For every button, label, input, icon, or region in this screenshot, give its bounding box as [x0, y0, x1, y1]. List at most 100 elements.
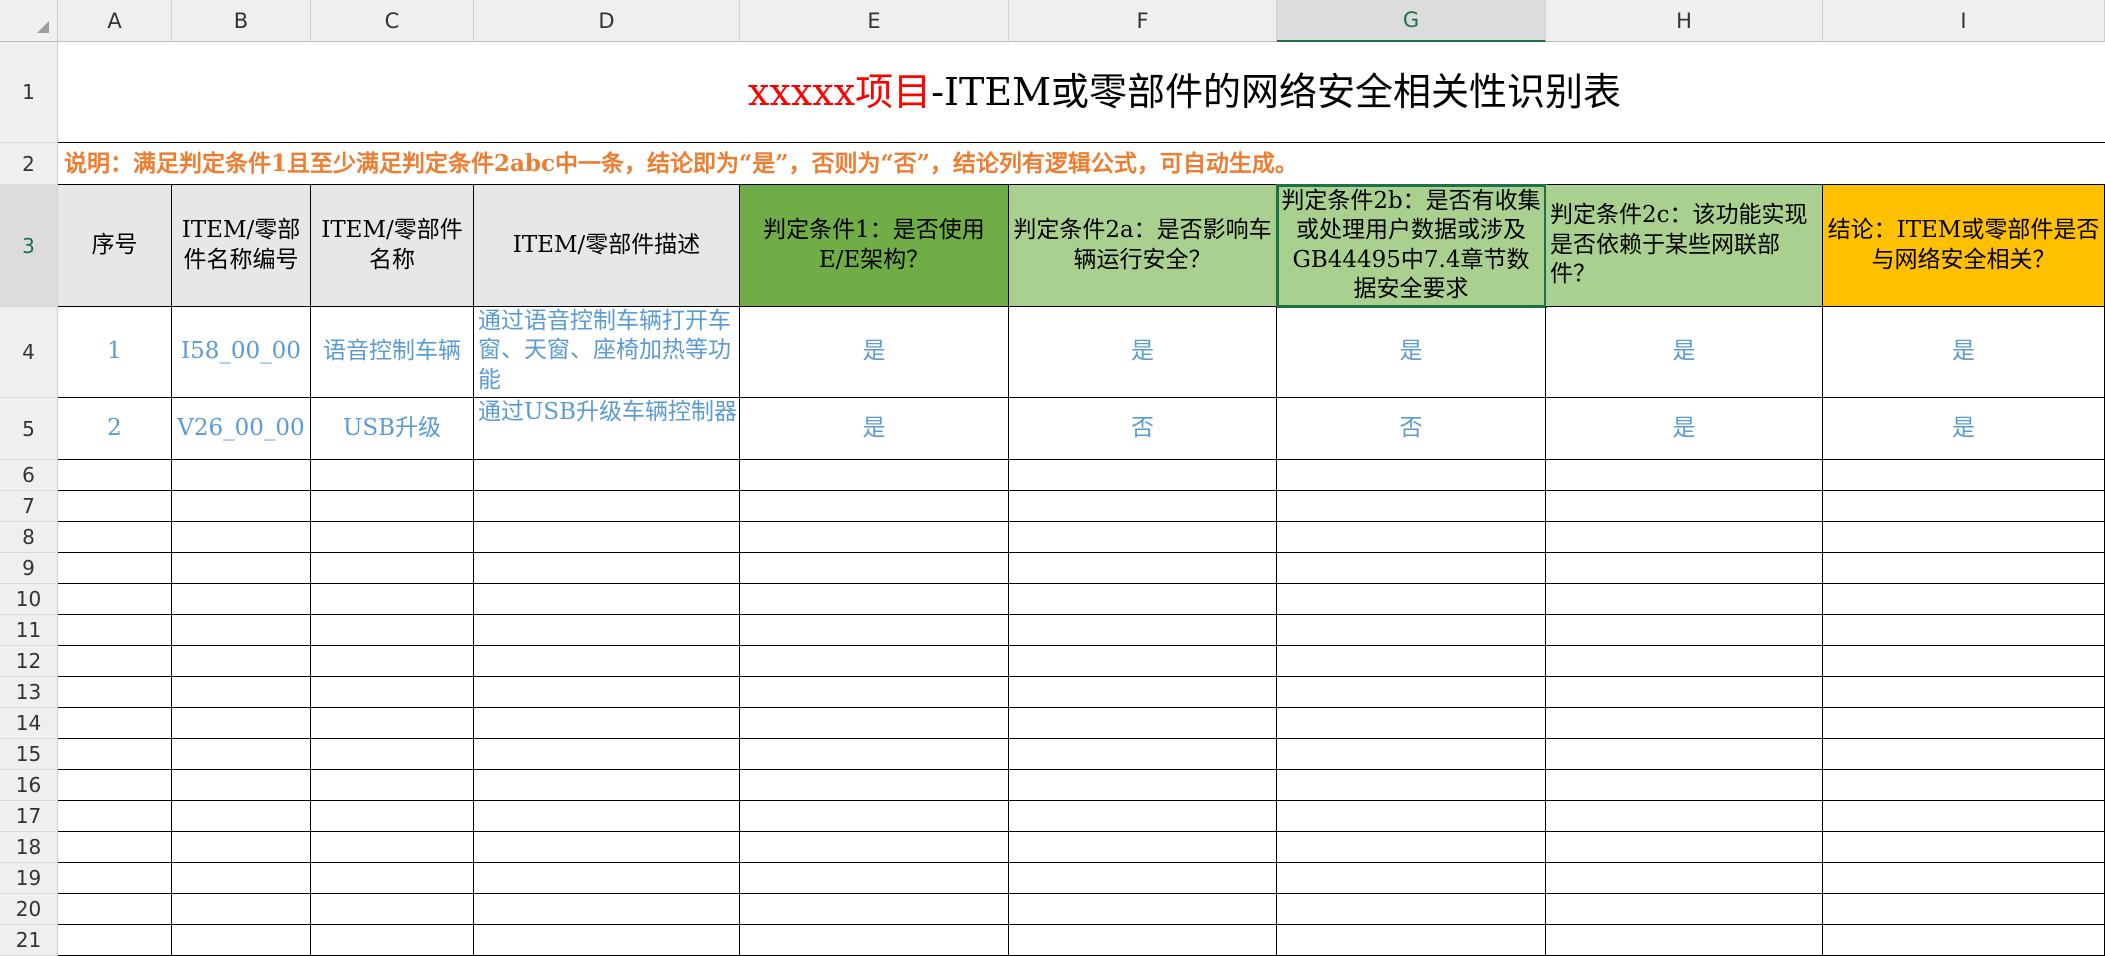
table-cell[interactable]: 否 [1009, 398, 1277, 460]
empty-cell[interactable] [1546, 708, 1823, 739]
empty-cell[interactable] [58, 646, 172, 677]
table-cell[interactable]: USB升级 [311, 398, 474, 460]
row-header-17[interactable]: 17 [0, 801, 58, 832]
table-cell[interactable]: 否 [1277, 398, 1546, 460]
table-cell[interactable]: 是 [740, 307, 1009, 398]
table-cell[interactable]: 2 [58, 398, 172, 460]
empty-cell[interactable] [1546, 925, 1823, 956]
column-header-h[interactable]: H [1546, 0, 1823, 42]
header-item-name[interactable]: ITEM/零部件名称 [311, 185, 474, 307]
empty-cell[interactable] [1546, 553, 1823, 584]
header-item-desc[interactable]: ITEM/零部件描述 [474, 185, 740, 307]
column-header-e[interactable]: E [740, 0, 1009, 42]
empty-cell[interactable] [1546, 584, 1823, 615]
empty-cell[interactable] [172, 832, 311, 863]
empty-cell[interactable] [172, 770, 311, 801]
empty-cell[interactable] [1009, 584, 1277, 615]
empty-cell[interactable] [58, 615, 172, 646]
empty-cell[interactable] [1277, 925, 1546, 956]
empty-cell[interactable] [474, 491, 740, 522]
empty-cell[interactable] [1546, 739, 1823, 770]
row-header-4[interactable]: 4 [0, 307, 58, 398]
row-header-18[interactable]: 18 [0, 832, 58, 863]
row-header-21[interactable]: 21 [0, 925, 58, 956]
empty-cell[interactable] [1546, 615, 1823, 646]
empty-cell[interactable] [1823, 894, 2105, 925]
empty-cell[interactable] [1277, 460, 1546, 491]
select-all-corner[interactable] [0, 0, 58, 42]
table-cell[interactable]: I58_00_00 [172, 307, 311, 398]
empty-cell[interactable] [474, 584, 740, 615]
table-cell[interactable]: 是 [1546, 307, 1823, 398]
empty-cell[interactable] [172, 615, 311, 646]
empty-cell[interactable] [1009, 801, 1277, 832]
empty-cell[interactable] [311, 863, 474, 894]
empty-cell[interactable] [58, 770, 172, 801]
empty-cell[interactable] [172, 646, 311, 677]
empty-cell[interactable] [1009, 770, 1277, 801]
empty-cell[interactable] [58, 925, 172, 956]
empty-cell[interactable] [1277, 553, 1546, 584]
empty-cell[interactable] [1277, 584, 1546, 615]
empty-cell[interactable] [1277, 491, 1546, 522]
empty-cell[interactable] [58, 553, 172, 584]
empty-cell[interactable] [172, 708, 311, 739]
table-cell[interactable]: 1 [58, 307, 172, 398]
header-item-code[interactable]: ITEM/零部件名称编号 [172, 185, 311, 307]
row-header-7[interactable]: 7 [0, 491, 58, 522]
table-cell[interactable]: 是 [1009, 307, 1277, 398]
empty-cell[interactable] [58, 832, 172, 863]
empty-cell[interactable] [58, 739, 172, 770]
empty-cell[interactable] [311, 770, 474, 801]
empty-cell[interactable] [1277, 677, 1546, 708]
empty-cell[interactable] [172, 460, 311, 491]
empty-cell[interactable] [172, 925, 311, 956]
empty-cell[interactable] [1546, 522, 1823, 553]
empty-cell[interactable] [311, 832, 474, 863]
table-cell[interactable]: V26_00_00 [172, 398, 311, 460]
empty-cell[interactable] [1823, 615, 2105, 646]
row-header-6[interactable]: 6 [0, 460, 58, 491]
empty-cell[interactable] [1823, 522, 2105, 553]
row-header-16[interactable]: 16 [0, 770, 58, 801]
empty-cell[interactable] [1546, 894, 1823, 925]
row-header-15[interactable]: 15 [0, 739, 58, 770]
empty-cell[interactable] [1823, 491, 2105, 522]
empty-cell[interactable] [1546, 460, 1823, 491]
empty-cell[interactable] [311, 708, 474, 739]
row-header-2[interactable]: 2 [0, 143, 58, 185]
empty-cell[interactable] [58, 708, 172, 739]
empty-cell[interactable] [172, 553, 311, 584]
empty-cell[interactable] [474, 770, 740, 801]
header-seq[interactable]: 序号 [58, 185, 172, 307]
empty-cell[interactable] [1823, 708, 2105, 739]
row-header-5[interactable]: 5 [0, 398, 58, 460]
empty-cell[interactable] [172, 894, 311, 925]
empty-cell[interactable] [1277, 770, 1546, 801]
empty-cell[interactable] [172, 863, 311, 894]
empty-cell[interactable] [311, 460, 474, 491]
empty-cell[interactable] [311, 739, 474, 770]
table-cell[interactable]: 是 [740, 398, 1009, 460]
empty-cell[interactable] [1546, 677, 1823, 708]
empty-cell[interactable] [172, 584, 311, 615]
empty-cell[interactable] [58, 863, 172, 894]
title-cell[interactable]: xxxxx项目 -ITEM或零部件的网络安全相关性识别表 [58, 42, 2105, 143]
empty-cell[interactable] [58, 894, 172, 925]
column-header-b[interactable]: B [172, 0, 311, 42]
empty-cell[interactable] [740, 584, 1009, 615]
empty-cell[interactable] [740, 677, 1009, 708]
empty-cell[interactable] [474, 832, 740, 863]
empty-cell[interactable] [311, 894, 474, 925]
row-header-13[interactable]: 13 [0, 677, 58, 708]
empty-cell[interactable] [740, 863, 1009, 894]
column-header-a[interactable]: A [58, 0, 172, 42]
table-cell[interactable]: 是 [1823, 307, 2105, 398]
empty-cell[interactable] [1009, 863, 1277, 894]
empty-cell[interactable] [474, 553, 740, 584]
empty-cell[interactable] [1009, 460, 1277, 491]
empty-cell[interactable] [58, 491, 172, 522]
empty-cell[interactable] [1277, 646, 1546, 677]
row-header-10[interactable]: 10 [0, 584, 58, 615]
empty-cell[interactable] [474, 677, 740, 708]
